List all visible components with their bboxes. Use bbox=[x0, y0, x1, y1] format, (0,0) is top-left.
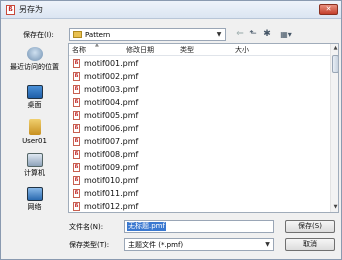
filename-label: 文件名(N): bbox=[69, 223, 104, 231]
file-name: motif005.pmf bbox=[84, 111, 139, 120]
column-date-modified[interactable]: 修改日期 bbox=[126, 45, 154, 55]
file-name: motif008.pmf bbox=[84, 150, 139, 159]
filename-value: 无标题.pmf bbox=[127, 222, 166, 231]
file-name: motif011.pmf bbox=[84, 189, 139, 198]
pmf-file-icon: ß bbox=[73, 98, 80, 107]
place-network[interactable]: 网络 bbox=[7, 187, 62, 212]
pmf-file-icon: ß bbox=[73, 124, 80, 133]
file-name: motif012.pmf bbox=[84, 202, 139, 211]
list-item[interactable]: ß motif010.pmf bbox=[69, 174, 219, 187]
save-as-dialog: ß 另存为 ✕ 保存在(I): Pattern ▼ ⇐ ⬑ ✱ ▦▾ 最近访问的… bbox=[0, 0, 342, 260]
scroll-up-icon[interactable]: ▲ bbox=[331, 44, 338, 53]
file-list[interactable]: 名称 ▲ 修改日期 类型 大小 ß motif001.pmf ß motif00… bbox=[68, 43, 339, 213]
list-item[interactable]: ß motif009.pmf bbox=[69, 161, 219, 174]
vertical-scrollbar[interactable]: ▲ ▼ bbox=[330, 44, 338, 212]
pmf-file-icon: ß bbox=[73, 72, 80, 81]
dialog-title: 另存为 bbox=[19, 5, 43, 14]
pmf-file-icon: ß bbox=[73, 150, 80, 159]
filetype-label: 保存类型(T): bbox=[69, 241, 110, 249]
cancel-button[interactable]: 取消 bbox=[285, 238, 335, 251]
place-label: 最近访问的位置 bbox=[10, 63, 59, 71]
places-bar: 最近访问的位置 桌面 User01 计算机 网络 bbox=[7, 43, 62, 243]
file-name: motif001.pmf bbox=[84, 59, 139, 68]
network-icon bbox=[26, 187, 43, 201]
pmf-file-icon: ß bbox=[73, 137, 80, 146]
file-name: motif003.pmf bbox=[84, 85, 139, 94]
save-in-combobox[interactable]: Pattern ▼ bbox=[69, 28, 226, 41]
list-item[interactable]: ß motif006.pmf bbox=[69, 122, 219, 135]
list-item[interactable]: ß motif012.pmf bbox=[69, 200, 219, 212]
pmf-file-icon: ß bbox=[73, 176, 80, 185]
app-icon: ß bbox=[6, 5, 15, 15]
place-computer[interactable]: 计算机 bbox=[7, 153, 62, 178]
list-item[interactable]: ß motif005.pmf bbox=[69, 109, 219, 122]
save-in-value: Pattern bbox=[85, 31, 111, 39]
desktop-icon bbox=[26, 85, 43, 99]
place-user[interactable]: User01 bbox=[7, 119, 62, 146]
list-item[interactable]: ß motif002.pmf bbox=[69, 70, 219, 83]
pmf-file-icon: ß bbox=[73, 59, 80, 68]
scroll-down-icon[interactable]: ▼ bbox=[331, 203, 338, 212]
up-folder-button[interactable]: ⬑ bbox=[247, 28, 259, 41]
file-name: motif007.pmf bbox=[84, 137, 139, 146]
new-folder-button[interactable]: ✱ bbox=[261, 28, 273, 41]
list-item[interactable]: ß motif001.pmf bbox=[69, 57, 219, 70]
pmf-file-icon: ß bbox=[73, 85, 80, 94]
save-in-label: 保存在(I): bbox=[23, 31, 54, 39]
file-name: motif010.pmf bbox=[84, 176, 139, 185]
sort-ascending-icon: ▲ bbox=[95, 43, 99, 48]
column-header: 名称 ▲ 修改日期 类型 大小 bbox=[69, 44, 330, 56]
list-item[interactable]: ß motif007.pmf bbox=[69, 135, 219, 148]
place-label: 桌面 bbox=[27, 101, 42, 109]
place-label: 计算机 bbox=[24, 169, 45, 177]
pmf-file-icon: ß bbox=[73, 202, 80, 211]
file-name: motif002.pmf bbox=[84, 72, 139, 81]
place-recent[interactable]: 最近访问的位置 bbox=[7, 47, 62, 72]
list-item[interactable]: ß motif003.pmf bbox=[69, 83, 219, 96]
scroll-thumb[interactable] bbox=[332, 55, 338, 73]
column-name[interactable]: 名称 bbox=[72, 45, 86, 55]
title-bar[interactable]: ß 另存为 ✕ bbox=[1, 1, 341, 19]
pmf-file-icon: ß bbox=[73, 189, 80, 198]
pmf-file-icon: ß bbox=[73, 163, 80, 172]
folder-icon bbox=[73, 31, 82, 38]
list-item[interactable]: ß motif004.pmf bbox=[69, 96, 219, 109]
column-size[interactable]: 大小 bbox=[235, 45, 249, 55]
file-name: motif004.pmf bbox=[84, 98, 139, 107]
column-type[interactable]: 类型 bbox=[180, 45, 194, 55]
filetype-select[interactable]: 主题文件 (*.pmf) ▼ bbox=[124, 238, 274, 251]
place-label: User01 bbox=[22, 137, 47, 145]
pmf-file-icon: ß bbox=[73, 111, 80, 120]
chevron-down-icon[interactable]: ▼ bbox=[262, 239, 273, 250]
chevron-down-icon[interactable]: ▼ bbox=[213, 29, 225, 40]
close-button[interactable]: ✕ bbox=[319, 4, 338, 15]
place-desktop[interactable]: 桌面 bbox=[7, 85, 62, 110]
view-menu-button[interactable]: ▦▾ bbox=[276, 28, 296, 41]
recent-places-icon bbox=[26, 47, 43, 61]
user-folder-icon bbox=[28, 119, 41, 135]
list-item[interactable]: ß motif008.pmf bbox=[69, 148, 219, 161]
back-button[interactable]: ⇐ bbox=[235, 28, 245, 41]
file-name: motif009.pmf bbox=[84, 163, 139, 172]
filetype-value: 主题文件 (*.pmf) bbox=[128, 241, 184, 249]
file-name: motif006.pmf bbox=[84, 124, 139, 133]
filename-field[interactable]: 无标题.pmf bbox=[124, 220, 274, 233]
save-button[interactable]: 保存(S) bbox=[285, 220, 335, 233]
computer-icon bbox=[26, 153, 43, 167]
place-label: 网络 bbox=[27, 203, 42, 211]
list-item[interactable]: ß motif011.pmf bbox=[69, 187, 219, 200]
